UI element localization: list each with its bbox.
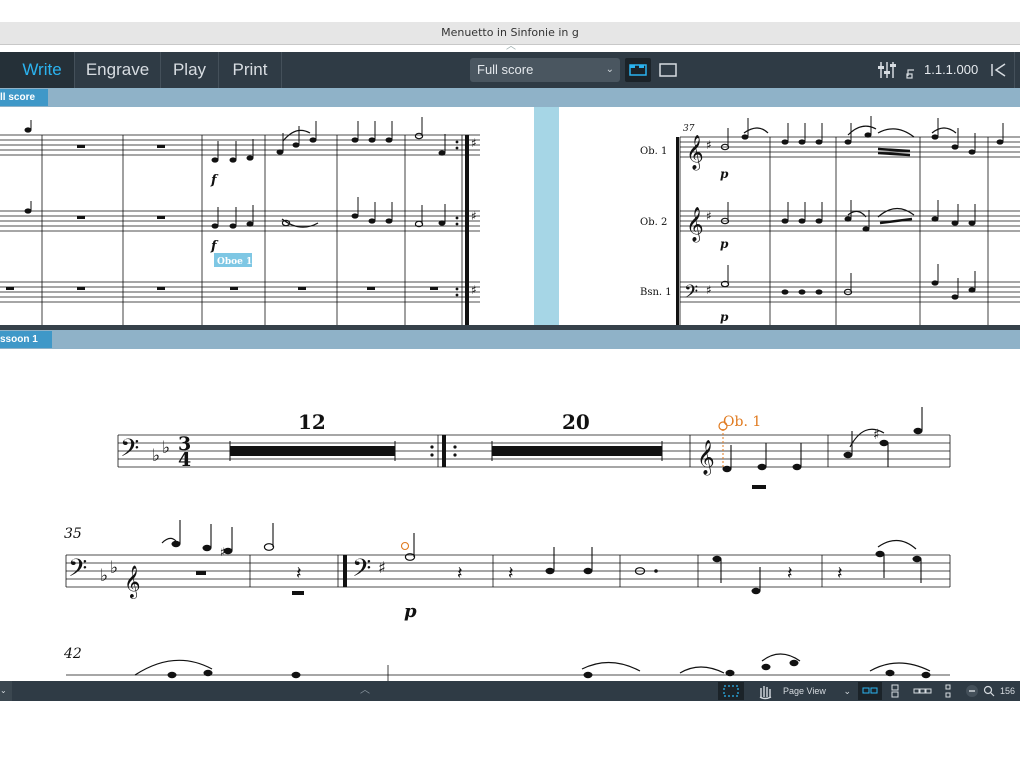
magnifier-icon bbox=[983, 685, 995, 697]
transport-icon bbox=[905, 64, 919, 80]
system-number: 35 bbox=[64, 526, 82, 542]
svg-text:𝄽: 𝄽 bbox=[837, 563, 843, 584]
dynamic-p[interactable]: p bbox=[404, 601, 417, 622]
tab-bassoon-1[interactable]: ssoon 1 bbox=[0, 331, 52, 348]
expand-bottom-panel-chevron-icon[interactable]: ︿ bbox=[358, 683, 372, 699]
spreads-icon bbox=[862, 687, 878, 694]
layout-select-label: Full score bbox=[477, 62, 534, 77]
hand-icon bbox=[759, 686, 772, 700]
svg-text:♭: ♭ bbox=[162, 438, 170, 458]
marquee-icon bbox=[723, 685, 739, 697]
upper-tab-bar bbox=[0, 88, 1020, 107]
collapse-toolbar-chevron-icon[interactable]: ︿ bbox=[504, 42, 518, 52]
grid-pages-icon bbox=[891, 684, 899, 698]
galley-view-toggle[interactable] bbox=[625, 58, 651, 82]
view-type-label: Page View bbox=[783, 686, 826, 696]
page-arrangement-row[interactable] bbox=[910, 682, 936, 700]
dynamic-f[interactable]: f bbox=[210, 173, 219, 188]
bass-clef-icon: 𝄢 bbox=[120, 434, 139, 469]
bar-number: 37 bbox=[683, 124, 695, 134]
treble-clef-icon: 𝄞 bbox=[697, 440, 715, 476]
page-arrangement-horizontal[interactable] bbox=[858, 682, 882, 700]
treble-clef-icon: 𝄞 bbox=[686, 207, 704, 243]
hand-tool-button[interactable] bbox=[752, 682, 778, 700]
page-view-toggle[interactable] bbox=[655, 58, 681, 82]
bass-clef-icon: 𝄢 bbox=[352, 554, 371, 589]
dynamic-p[interactable]: p bbox=[720, 237, 729, 251]
minus-icon bbox=[966, 685, 978, 697]
galley-view: ♯ ♯ ♯ f f Oboe 1 Ob. 1 Ob. 2 Bsn. 1 37 𝄞 𝄞… bbox=[0, 107, 1020, 325]
zoom-out-button[interactable] bbox=[964, 682, 980, 700]
svg-text:♭: ♭ bbox=[110, 558, 118, 578]
treble-clef-icon: 𝄞 bbox=[124, 565, 141, 599]
layout-select[interactable]: Full score ⌄ bbox=[470, 58, 620, 82]
treble-clef-icon: 𝄞 bbox=[686, 135, 704, 171]
svg-text:♯: ♯ bbox=[471, 283, 477, 297]
mode-tab-play[interactable]: Play bbox=[161, 52, 218, 88]
page-arrangement-vertical[interactable] bbox=[884, 682, 908, 700]
svg-text:♯: ♯ bbox=[873, 427, 880, 443]
zoom-level[interactable]: 156 bbox=[1000, 681, 1015, 701]
svg-text:♭: ♭ bbox=[152, 446, 160, 466]
svg-text:𝄽: 𝄽 bbox=[296, 563, 302, 584]
mixer-icon bbox=[878, 62, 896, 78]
system-gap bbox=[534, 107, 559, 325]
playhead-position: 1.1.1.000 bbox=[924, 62, 979, 77]
cue-label[interactable]: Ob. 1 bbox=[723, 414, 761, 430]
svg-text:𝄽: 𝄽 bbox=[508, 563, 514, 584]
svg-text:♯: ♯ bbox=[378, 558, 386, 577]
rewind-button[interactable] bbox=[986, 58, 1012, 82]
svg-text:♯: ♯ bbox=[471, 136, 477, 150]
page-view-icon bbox=[659, 63, 677, 77]
multirest-count[interactable]: 20 bbox=[562, 410, 590, 434]
mode-tab-write[interactable]: Write bbox=[10, 52, 74, 88]
page-arrangement-single[interactable] bbox=[938, 682, 958, 700]
window-title: Menuetto in Sinfonie in g bbox=[441, 26, 579, 39]
mode-tab-print[interactable]: Print bbox=[219, 52, 281, 88]
svg-text:♯: ♯ bbox=[471, 209, 477, 223]
svg-text:♯: ♯ bbox=[706, 138, 712, 152]
instrument-label-bsn1: Bsn. 1 bbox=[640, 287, 672, 298]
bass-clef-icon: 𝄢 bbox=[684, 282, 698, 307]
chevron-down-icon: ⌄ bbox=[605, 64, 614, 75]
bass-clef-icon: 𝄢 bbox=[68, 554, 87, 589]
mixer-button[interactable] bbox=[874, 58, 900, 82]
multirest-count[interactable]: 12 bbox=[298, 410, 326, 434]
time-signature-bottom: 4 bbox=[178, 449, 191, 471]
galley-score: ♯ ♯ ♯ f f Oboe 1 Ob. 1 Ob. 2 Bsn. 1 37 𝄞 𝄞… bbox=[0, 116, 1020, 325]
chevron-down-icon: ⌄ bbox=[843, 686, 851, 696]
svg-text:♭: ♭ bbox=[100, 566, 108, 586]
bassoon-part: 𝄢 ♭♭ 3 4 12 20 𝄞 Ob. 1 ♯ 35 𝄢 ♭♭ 𝄞 ♯ 𝄢 bbox=[63, 407, 951, 681]
lower-tab-bar bbox=[0, 330, 1020, 349]
player-tooltip: Oboe 1 bbox=[217, 257, 252, 267]
mode-tab-engrave[interactable]: Engrave bbox=[75, 52, 160, 88]
part-page-view: 𝄢 ♭♭ 3 4 12 20 𝄞 Ob. 1 ♯ 35 𝄢 ♭♭ 𝄞 ♯ 𝄢 bbox=[0, 349, 1020, 681]
instrument-label-ob1: Ob. 1 bbox=[640, 146, 667, 157]
galley-view-icon bbox=[629, 64, 647, 76]
svg-text:♯: ♯ bbox=[220, 545, 226, 559]
toolbar-separator bbox=[1014, 52, 1015, 88]
svg-text:♯: ♯ bbox=[706, 209, 712, 223]
mode-separator bbox=[281, 52, 282, 88]
svg-text:𝄽: 𝄽 bbox=[457, 563, 463, 584]
tab-full-score[interactable]: ll score bbox=[0, 89, 48, 106]
column-pages-icon bbox=[945, 684, 951, 698]
svg-text:𝄽: 𝄽 bbox=[787, 563, 793, 584]
dynamic-p[interactable]: p bbox=[720, 310, 729, 324]
svg-text:♯: ♯ bbox=[706, 283, 712, 297]
selection-tool-button[interactable] bbox=[718, 682, 744, 700]
dynamic-f[interactable]: f bbox=[210, 239, 219, 254]
system-number: 42 bbox=[63, 646, 82, 662]
left-panel-chevron-icon[interactable]: ⌄ bbox=[0, 681, 12, 701]
rewind-icon bbox=[991, 63, 1006, 77]
row-pages-icon bbox=[913, 688, 932, 694]
hub-edge bbox=[0, 52, 10, 88]
view-type-select[interactable]: Page View ⌄ bbox=[783, 683, 855, 699]
dynamic-p[interactable]: p bbox=[720, 167, 729, 181]
zoom-button[interactable] bbox=[982, 682, 996, 700]
instrument-label-ob2: Ob. 2 bbox=[640, 217, 667, 228]
